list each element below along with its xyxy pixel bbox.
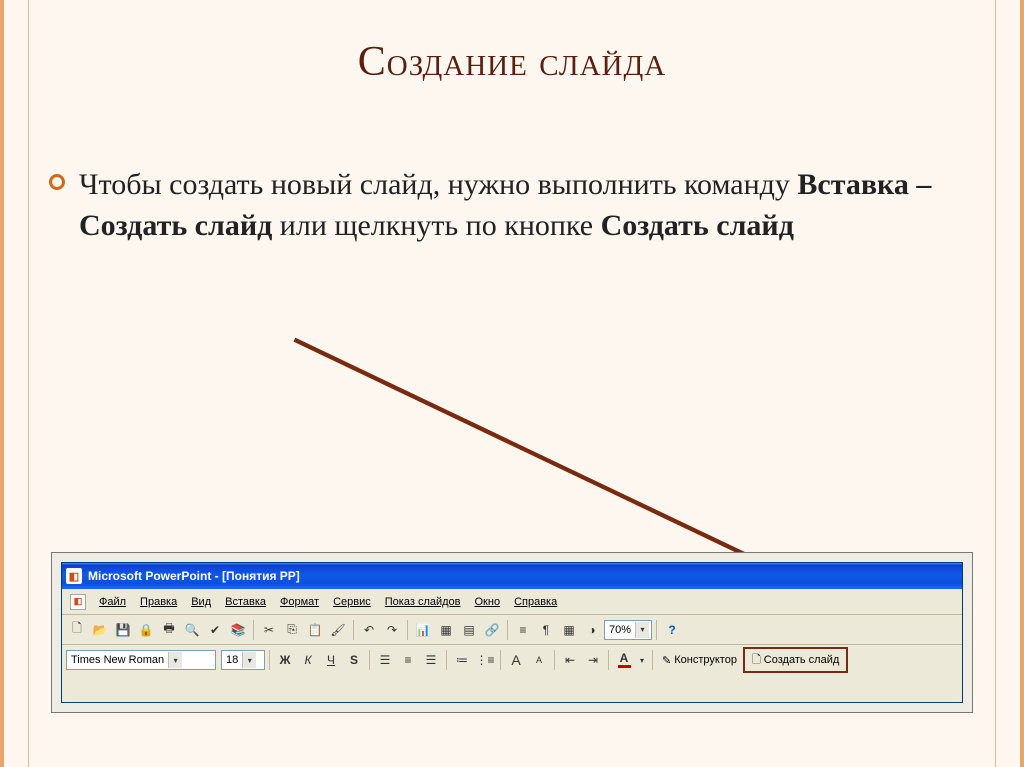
body-mid: или щелкнуть по кнопке [272,209,600,242]
slide-inner: Создание слайда Чтобы создать новый слай… [28,0,996,767]
numbered-list-icon[interactable]: ≔ [451,649,473,671]
standard-toolbar: 🗋 📂 💾 🔒 🖶 🔍 ✔ 📚 ✂ ⎘ 📋 🖌 ↶ ↷ [62,615,962,645]
design-button[interactable]: ✎Конструктор [657,649,742,671]
dropdown-icon[interactable]: ▾ [635,622,649,638]
underline-button[interactable]: Ч [320,649,342,671]
increase-font-icon[interactable]: A [505,649,527,671]
new-icon[interactable]: 🗋 [66,619,88,641]
save-icon[interactable]: 💾 [112,619,134,641]
font-size-combo[interactable]: 18▾ [221,650,265,670]
separator [269,650,270,670]
menu-view[interactable]: Вид [184,593,218,611]
show-formatting-icon[interactable]: ¶ [535,619,557,641]
undo-icon[interactable]: ↶ [358,619,380,641]
new-slide-button[interactable]: 🗋Создать слайд [747,649,844,671]
expand-all-icon[interactable]: ≡ [512,619,534,641]
insert-hyperlink-icon[interactable]: 🔗 [481,619,503,641]
show-grid-icon[interactable]: ▦ [558,619,580,641]
insert-table-icon[interactable]: ▦ [435,619,457,641]
align-right-icon[interactable]: ☰ [420,649,442,671]
font-color-dropdown-icon[interactable]: ▾ [636,649,648,671]
menu-insert[interactable]: Вставка [218,593,273,611]
separator [656,620,657,640]
decrease-indent-icon[interactable]: ⇤ [559,649,581,671]
tables-borders-icon[interactable]: ▤ [458,619,480,641]
new-slide-highlight: 🗋Создать слайд [743,647,848,673]
dropdown-icon[interactable]: ▾ [168,652,182,668]
menu-format[interactable]: Формат [273,593,326,611]
research-icon[interactable]: 📚 [227,619,249,641]
separator [507,620,508,640]
bold-button[interactable]: Ж [274,649,296,671]
separator [407,620,408,640]
separator [353,620,354,640]
body-text: Чтобы создать новый слайд, нужно выполни… [49,164,975,247]
print-icon[interactable]: 🖶 [158,619,180,641]
separator [500,650,501,670]
separator [446,650,447,670]
separator [369,650,370,670]
color-grayscale-icon[interactable]: ◑ [581,619,603,641]
italic-button[interactable]: К [297,649,319,671]
separator [608,650,609,670]
increase-indent-icon[interactable]: ⇥ [582,649,604,671]
print-preview-icon[interactable]: 🔍 [181,619,203,641]
insert-chart-icon[interactable]: 📊 [412,619,434,641]
redo-icon[interactable]: ↷ [381,619,403,641]
cut-icon[interactable]: ✂ [258,619,280,641]
menu-file[interactable]: Файл [92,593,133,611]
decrease-font-icon[interactable]: A [528,649,550,671]
permission-icon[interactable]: 🔒 [135,619,157,641]
body-bold2: Создать слайд [601,209,794,242]
help-icon[interactable]: ? [661,619,683,641]
slide: Создание слайда Чтобы создать новый слай… [0,0,1024,767]
document-icon: ◧ [70,594,86,610]
powerpoint-window: ◧ Microsoft PowerPoint - [Понятия РР] ◧ … [61,562,963,703]
align-left-icon[interactable]: ☰ [374,649,396,671]
dropdown-icon[interactable]: ▾ [242,652,256,668]
spellcheck-icon[interactable]: ✔ [204,619,226,641]
body-pre: Чтобы создать новый слайд, нужно выполни… [79,168,797,201]
menu-help[interactable]: Справка [507,593,564,611]
new-slide-icon: 🗋 [752,651,761,670]
menu-tools[interactable]: Сервис [326,593,378,611]
font-name-combo[interactable]: Times New Roman▾ [66,650,216,670]
bulleted-list-icon[interactable]: ⋮≡ [474,649,496,671]
page-title: Создание слайда [49,38,975,86]
zoom-combo[interactable]: 70%▾ [604,620,652,640]
color-swatch [618,665,631,668]
font-color-button[interactable]: A [613,649,635,671]
formatting-toolbar: Times New Roman▾ 18▾ Ж К Ч S ☰ ≡ ☰ ≔ ⋮≡ … [62,645,962,675]
design-icon: ✎ [662,654,671,667]
separator [253,620,254,640]
copy-icon[interactable]: ⎘ [281,619,303,641]
titlebar: ◧ Microsoft PowerPoint - [Понятия РР] [62,563,962,589]
powerpoint-icon: ◧ [66,568,82,584]
open-icon[interactable]: 📂 [89,619,111,641]
bullet-icon [49,174,65,190]
menu-bar: ◧ Файл Правка Вид Вставка Формат Сервис … [62,589,962,615]
menu-slideshow[interactable]: Показ слайдов [378,593,468,611]
screenshot-frame: ◧ Microsoft PowerPoint - [Понятия РР] ◧ … [51,552,973,713]
shadow-button[interactable]: S [343,649,365,671]
window-title: Microsoft PowerPoint - [Понятия РР] [88,569,300,583]
menu-edit[interactable]: Правка [133,593,184,611]
format-painter-icon[interactable]: 🖌 [327,619,349,641]
menu-window[interactable]: Окно [468,593,508,611]
separator [652,650,653,670]
paste-icon[interactable]: 📋 [304,619,326,641]
separator [554,650,555,670]
align-center-icon[interactable]: ≡ [397,649,419,671]
